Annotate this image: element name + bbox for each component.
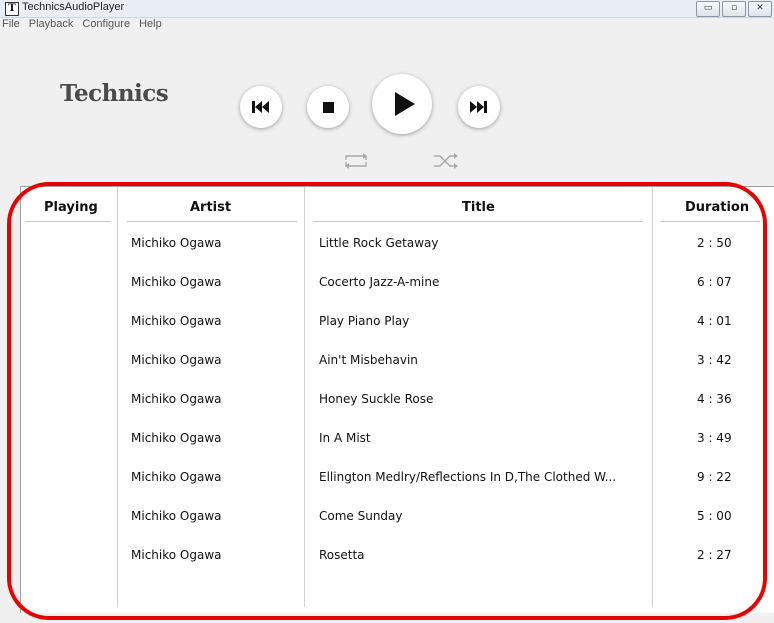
repeat-icon[interactable] (342, 152, 370, 170)
row-duration[interactable]: 3 : 42 (697, 353, 732, 367)
menu-file[interactable]: File (2, 17, 20, 31)
play-icon (394, 92, 415, 116)
row-title[interactable]: In A Mist (319, 431, 371, 445)
app-window: T TechnicsAudioPlayer ▭ ▫ ✕ File Playbac… (0, 0, 774, 623)
previous-icon (252, 101, 269, 113)
row-title[interactable]: Ellington Medlry/Reflections In D,The Cl… (319, 470, 616, 484)
window-title: TechnicsAudioPlayer (22, 1, 125, 13)
header-playing[interactable]: Playing (44, 200, 98, 215)
row-title[interactable]: Come Sunday (319, 509, 403, 523)
row-title[interactable]: Ain't Misbehavin (319, 353, 418, 367)
row-artist[interactable]: Michiko Ogawa (131, 275, 222, 289)
header-title[interactable]: Title (462, 200, 495, 215)
technics-logo: Technics (60, 80, 169, 107)
next-icon (470, 101, 487, 113)
menu-bar: File Playback Configure Help (0, 17, 774, 31)
column-divider (304, 187, 305, 607)
shuffle-icon[interactable] (432, 152, 460, 170)
column-divider (117, 187, 118, 607)
close-button[interactable]: ✕ (748, 1, 772, 17)
row-artist[interactable]: Michiko Ogawa (131, 509, 222, 523)
app-icon: T (5, 2, 19, 16)
header-underline (660, 221, 760, 222)
row-duration[interactable]: 4 : 36 (697, 392, 732, 406)
header-artist[interactable]: Artist (190, 200, 231, 215)
header-underline (313, 221, 643, 222)
row-duration[interactable]: 5 : 00 (697, 509, 732, 523)
row-artist[interactable]: Michiko Ogawa (131, 548, 222, 562)
row-artist[interactable]: Michiko Ogawa (131, 314, 222, 328)
row-artist[interactable]: Michiko Ogawa (131, 431, 222, 445)
previous-track-button[interactable] (240, 86, 282, 128)
title-bar: T TechnicsAudioPlayer ▭ ▫ ✕ (0, 0, 774, 18)
row-title[interactable]: Honey Suckle Rose (319, 392, 433, 406)
row-duration[interactable]: 2 : 50 (697, 236, 732, 250)
play-button[interactable] (372, 74, 432, 134)
column-divider (652, 187, 653, 607)
menu-help[interactable]: Help (139, 17, 162, 31)
row-title[interactable]: Cocerto Jazz-A-mine (319, 275, 439, 289)
maximize-button[interactable]: ▫ (722, 1, 746, 17)
row-artist[interactable]: Michiko Ogawa (131, 353, 222, 367)
stop-icon (322, 101, 334, 113)
row-duration[interactable]: 2 : 27 (697, 548, 732, 562)
header-duration[interactable]: Duration (685, 200, 749, 215)
row-artist[interactable]: Michiko Ogawa (131, 392, 222, 406)
minimize-button[interactable]: ▭ (696, 1, 720, 17)
stop-button[interactable] (307, 86, 349, 128)
next-track-button[interactable] (458, 86, 500, 128)
header-underline (25, 221, 111, 222)
row-duration[interactable]: 6 : 07 (697, 275, 732, 289)
row-title[interactable]: Rosetta (319, 548, 365, 562)
row-duration[interactable]: 4 : 01 (697, 314, 732, 328)
row-duration[interactable]: 3 : 49 (697, 431, 732, 445)
row-artist[interactable]: Michiko Ogawa (131, 470, 222, 484)
row-title[interactable]: Little Rock Getaway (319, 236, 438, 250)
menu-configure[interactable]: Configure (82, 17, 130, 31)
header-underline (127, 221, 297, 222)
menu-playback[interactable]: Playback (29, 17, 74, 31)
row-artist[interactable]: Michiko Ogawa (131, 236, 222, 250)
row-title[interactable]: Play Piano Play (319, 314, 409, 328)
row-duration[interactable]: 9 : 22 (697, 470, 732, 484)
